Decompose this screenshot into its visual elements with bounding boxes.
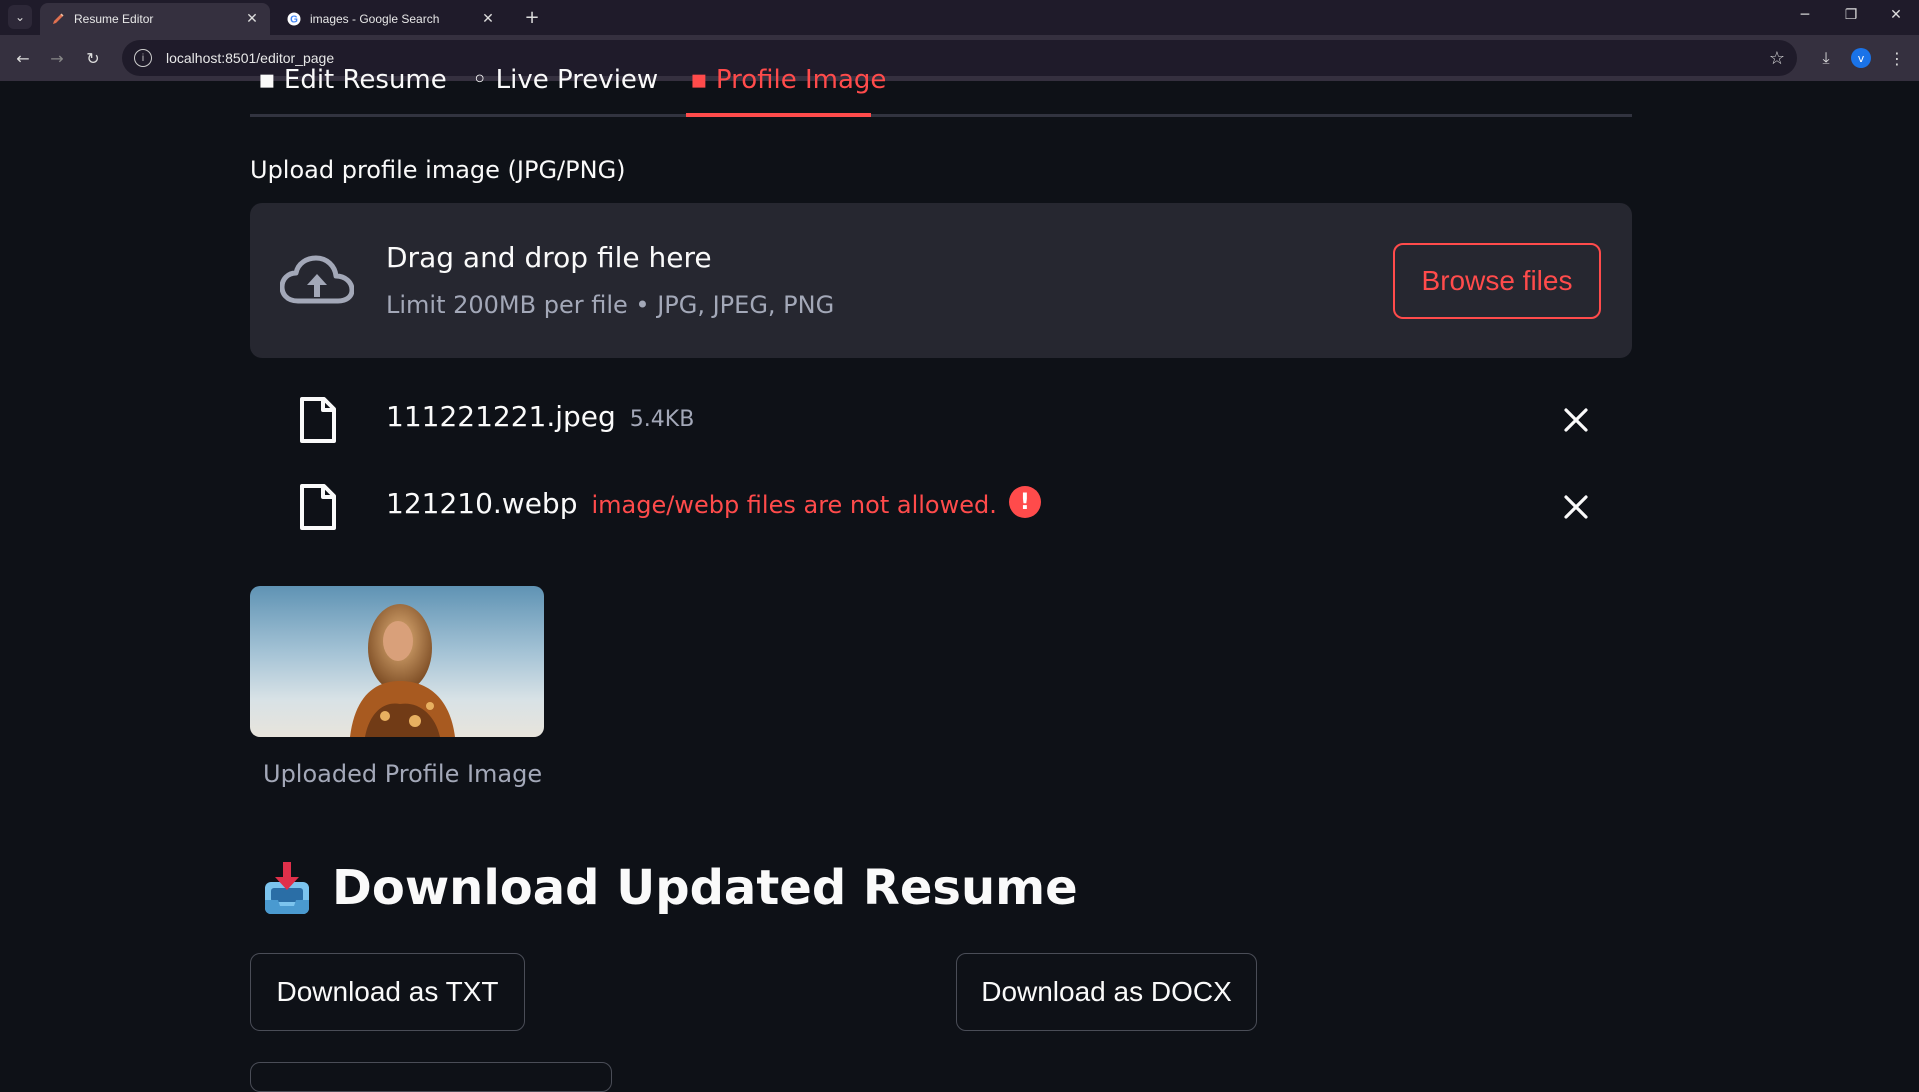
- uploaded-file-row: 111221221.jpeg 5.4KB: [250, 390, 1632, 450]
- download-docx-button[interactable]: Download as DOCX: [956, 953, 1257, 1031]
- back-icon[interactable]: ←: [10, 45, 36, 71]
- download-heading-text: Download Updated Resume: [332, 860, 1078, 916]
- download-pdf-button[interactable]: [250, 1062, 612, 1092]
- file-icon: [300, 484, 336, 530]
- avatar: v: [1851, 48, 1871, 68]
- svg-text:G: G: [290, 15, 298, 26]
- tab-edit-resume[interactable]: ▪ Edit Resume: [258, 65, 447, 95]
- file-name: 111221221.jpeg 5.4KB: [386, 400, 695, 433]
- close-icon: [1564, 408, 1588, 432]
- dropzone-title: Drag and drop file here: [386, 241, 712, 274]
- browse-files-button[interactable]: Browse files: [1393, 243, 1601, 319]
- file-dropzone[interactable]: Drag and drop file here Limit 200MB per …: [250, 203, 1632, 358]
- inbox-tray-icon: [265, 862, 309, 914]
- site-info-icon[interactable]: i: [134, 49, 152, 67]
- browser-tab-resume-editor[interactable]: Resume Editor ✕: [40, 3, 270, 35]
- remove-file-button[interactable]: [1558, 402, 1594, 438]
- tab-profile-image[interactable]: ▪ Profile Image: [690, 65, 886, 95]
- bookmark-star-icon[interactable]: ☆: [1769, 48, 1785, 69]
- tab-live-preview[interactable]: ◦ Live Preview: [472, 65, 658, 95]
- image-caption: Uploaded Profile Image: [263, 760, 543, 788]
- google-icon: G: [286, 11, 302, 27]
- menu-kebab-icon[interactable]: ⋮: [1884, 45, 1910, 71]
- browser-tab-google-search[interactable]: G images - Google Search ✕: [276, 3, 506, 35]
- url-text: localhost:8501/editor_page: [166, 50, 335, 66]
- profile-avatar[interactable]: v: [1848, 45, 1874, 71]
- browser-tab-strip: ⌄ Resume Editor ✕ G images - Google Sear…: [0, 0, 1919, 35]
- uploader-label: Upload profile image (JPG/PNG): [250, 156, 626, 184]
- close-tab-icon[interactable]: ✕: [480, 11, 496, 27]
- restore-icon[interactable]: ❐: [1828, 0, 1874, 30]
- file-name: 121210.webp image/webp files are not allo…: [386, 486, 1041, 521]
- tabs-divider: [250, 114, 1632, 117]
- tab-search-dropdown-icon[interactable]: ⌄: [8, 5, 32, 29]
- file-error-message: image/webp files are not allowed.: [591, 491, 997, 519]
- file-icon: [300, 397, 336, 443]
- file-size: 5.4KB: [629, 407, 695, 432]
- pencil-icon: [50, 11, 66, 27]
- error-icon: !: [1008, 486, 1041, 518]
- tab-title: Resume Editor: [74, 12, 154, 26]
- minimize-icon[interactable]: ─: [1782, 0, 1828, 30]
- new-tab-icon[interactable]: +: [520, 5, 544, 29]
- remove-file-button[interactable]: [1558, 489, 1594, 525]
- uploaded-file-row: 121210.webp image/webp files are not allo…: [250, 477, 1632, 537]
- cloud-upload-icon: [280, 255, 354, 304]
- profile-image: [250, 586, 544, 737]
- close-icon: [1564, 495, 1588, 519]
- window-close-icon[interactable]: ✕: [1873, 0, 1919, 30]
- profile-photo: [350, 604, 455, 737]
- download-txt-button[interactable]: Download as TXT: [250, 953, 525, 1031]
- forward-icon[interactable]: →: [44, 45, 70, 71]
- active-tab-indicator: [686, 113, 871, 117]
- dropzone-limit: Limit 200MB per file • JPG, JPEG, PNG: [386, 291, 835, 319]
- reload-icon[interactable]: ↻: [80, 45, 106, 71]
- download-heading: Download Updated Resume: [262, 858, 1078, 918]
- tab-title: images - Google Search: [310, 12, 440, 26]
- close-tab-icon[interactable]: ✕: [244, 11, 260, 27]
- download-icon[interactable]: ⤓: [1813, 45, 1839, 71]
- app-tabs: ▪ Edit Resume ◦ Live Preview ▪ Profile I…: [250, 65, 1632, 117]
